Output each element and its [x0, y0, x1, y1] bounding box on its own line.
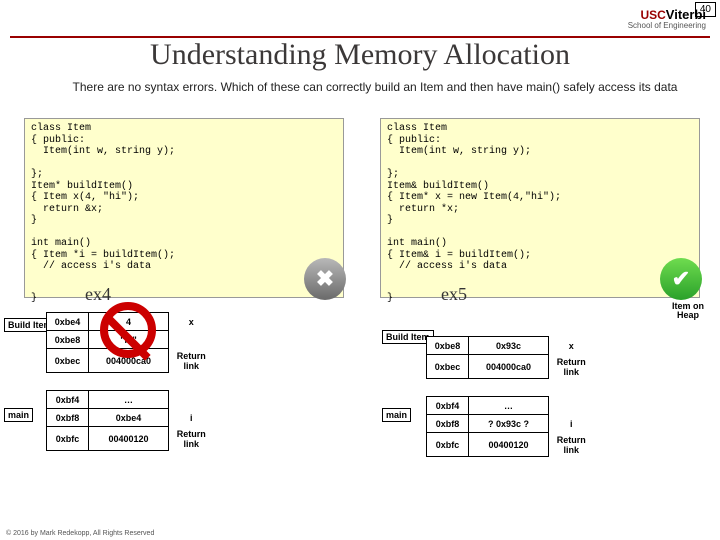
val-cell: ? 0x93c ? [469, 415, 549, 433]
header-logo: USCViterbi School of Engineering [628, 8, 706, 31]
addr-cell: 0xbf8 [427, 415, 469, 433]
table-row: 0xbfc00400120Return link [427, 433, 594, 457]
addr-cell: 0xbf4 [47, 391, 89, 409]
addr-cell: 0xbec [47, 349, 89, 373]
table-row: 0xbf8? 0x93c ?i [427, 415, 594, 433]
lbl-cell [549, 397, 594, 415]
table-row: 0xbf4… [47, 391, 214, 409]
lbl-cell: x [169, 313, 214, 331]
correct-icon [660, 258, 702, 300]
copyright: © 2016 by Mark Redekopp, All Rights Rese… [6, 530, 154, 537]
lbl-cell: i [169, 409, 214, 427]
table-row: 0xbf80xbe4i [47, 409, 214, 427]
lbl-cell [169, 331, 214, 349]
addr-cell: 0xbe4 [47, 313, 89, 331]
heap-label: Item on Heap [668, 302, 708, 321]
val-cell: 0xbe4 [89, 409, 169, 427]
addr-cell: 0xbe8 [47, 331, 89, 349]
lbl-cell: Return link [169, 427, 214, 451]
logo-viterbi: Viterbi [666, 7, 706, 22]
table-row: 0xbec004000ca0Return link [427, 355, 594, 379]
lbl-cell: x [549, 337, 594, 355]
page-title: Understanding Memory Allocation [0, 38, 720, 72]
addr-cell: 0xbfc [47, 427, 89, 451]
forbidden-icon [100, 302, 156, 358]
table-row: 0xbf4… [427, 397, 594, 415]
lbl-cell [169, 391, 214, 409]
table-row: 0xbfc00400120Return link [47, 427, 214, 451]
ex5-label: ex5 [441, 284, 467, 304]
left-main-bracket: main [4, 408, 33, 422]
val-cell: 00400120 [89, 427, 169, 451]
val-cell: 00400120 [469, 433, 549, 457]
val-cell: 0x93c [469, 337, 549, 355]
right-main-bracket: main [382, 408, 411, 422]
page-subtitle: There are no syntax errors. Which of the… [60, 80, 690, 96]
code-box-ex5: class Item { public: Item(int w, string … [380, 118, 700, 298]
val-cell: … [469, 397, 549, 415]
addr-cell: 0xbfc [427, 433, 469, 457]
table-row: 0xbe80x93cx [427, 337, 594, 355]
val-cell: … [89, 391, 169, 409]
code-ex5-text: class Item { public: Item(int w, string … [387, 123, 561, 304]
addr-cell: 0xbe8 [427, 337, 469, 355]
code-box-ex4: class Item { public: Item(int w, string … [24, 118, 344, 298]
right-stack-table: 0xbe80x93cx 0xbec004000ca0Return link 0x… [426, 336, 594, 457]
addr-cell: 0xbec [427, 355, 469, 379]
lbl-cell: Return link [169, 349, 214, 373]
code-ex4-text: class Item { public: Item(int w, string … [31, 123, 175, 304]
lbl-cell: Return link [549, 355, 594, 379]
lbl-cell: i [549, 415, 594, 433]
wrong-icon [304, 258, 346, 300]
addr-cell: 0xbf4 [427, 397, 469, 415]
logo-usc: USC [640, 8, 665, 22]
val-cell: 004000ca0 [469, 355, 549, 379]
right-stack: 0xbe80x93cx 0xbec004000ca0Return link 0x… [426, 336, 594, 457]
addr-cell: 0xbf8 [47, 409, 89, 427]
logo-sub: School of Engineering [628, 22, 706, 31]
ex4-label: ex4 [85, 284, 111, 304]
lbl-cell: Return link [549, 433, 594, 457]
